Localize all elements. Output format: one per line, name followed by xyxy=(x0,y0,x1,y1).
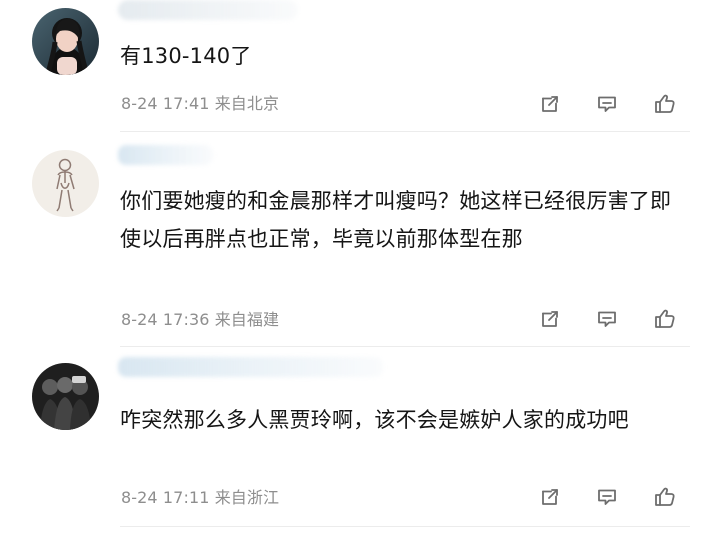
comment-item-1: 有130-140了 8-24 17:41 来自北京 xyxy=(0,0,712,132)
share-button[interactable] xyxy=(535,89,565,119)
avatar-sketch-icon xyxy=(32,150,99,217)
share-button[interactable] xyxy=(535,482,565,512)
comment-location: 来自福建 xyxy=(214,310,280,329)
like-icon xyxy=(652,92,678,116)
blurred-username xyxy=(118,145,213,165)
avatar[interactable] xyxy=(32,150,99,217)
comment-button[interactable] xyxy=(592,482,622,512)
avatar-group-icon xyxy=(32,363,99,430)
avatar[interactable] xyxy=(32,8,99,75)
like-button[interactable] xyxy=(650,482,680,512)
share-icon xyxy=(539,93,561,115)
comment-location: 来自浙江 xyxy=(214,488,280,507)
comment-actions xyxy=(535,304,680,334)
comment-text: 你们要她瘦的和金晨那样才叫瘦吗？她这样已经很厉害了即使以后再胖点也正常，毕竟以前… xyxy=(120,189,672,251)
comment-text: 有130-140了 xyxy=(120,44,252,68)
comment-actions xyxy=(535,482,680,512)
like-button[interactable] xyxy=(650,89,680,119)
comment-feed: 有130-140了 8-24 17:41 来自北京 你们要她瘦的和金晨那样才叫瘦… xyxy=(0,0,712,538)
share-icon xyxy=(539,486,561,508)
comment-location: 来自北京 xyxy=(214,94,280,113)
comment-actions xyxy=(535,89,680,119)
like-icon xyxy=(652,307,678,331)
comment-divider xyxy=(120,526,690,527)
blurred-username xyxy=(118,357,383,377)
like-button[interactable] xyxy=(650,304,680,334)
comment-text: 咋突然那么多人黑贾玲啊，该不会是嫉妒人家的成功吧 xyxy=(120,408,629,432)
comment-icon xyxy=(595,486,619,508)
avatar-photo-icon xyxy=(32,8,99,75)
comment-icon xyxy=(595,93,619,115)
comment-meta: 8-24 17:41 来自北京 xyxy=(121,94,279,114)
comment-item-3: 咋突然那么多人黑贾玲啊，该不会是嫉妒人家的成功吧 8-24 17:11 来自浙江 xyxy=(0,346,712,538)
comment-time: 8-24 17:41 xyxy=(121,94,210,113)
like-icon xyxy=(652,485,678,509)
share-button[interactable] xyxy=(535,304,565,334)
comment-button[interactable] xyxy=(592,89,622,119)
comment-time: 8-24 17:11 xyxy=(121,488,210,507)
comment-time: 8-24 17:36 xyxy=(121,310,210,329)
avatar[interactable] xyxy=(32,363,99,430)
comment-meta: 8-24 17:36 来自福建 xyxy=(121,310,279,330)
comment-button[interactable] xyxy=(592,304,622,334)
comment-meta: 8-24 17:11 来自浙江 xyxy=(121,488,279,508)
comment-item-2: 你们要她瘦的和金晨那样才叫瘦吗？她这样已经很厉害了即使以后再胖点也正常，毕竟以前… xyxy=(0,132,712,347)
share-icon xyxy=(539,308,561,330)
comment-icon xyxy=(595,308,619,330)
